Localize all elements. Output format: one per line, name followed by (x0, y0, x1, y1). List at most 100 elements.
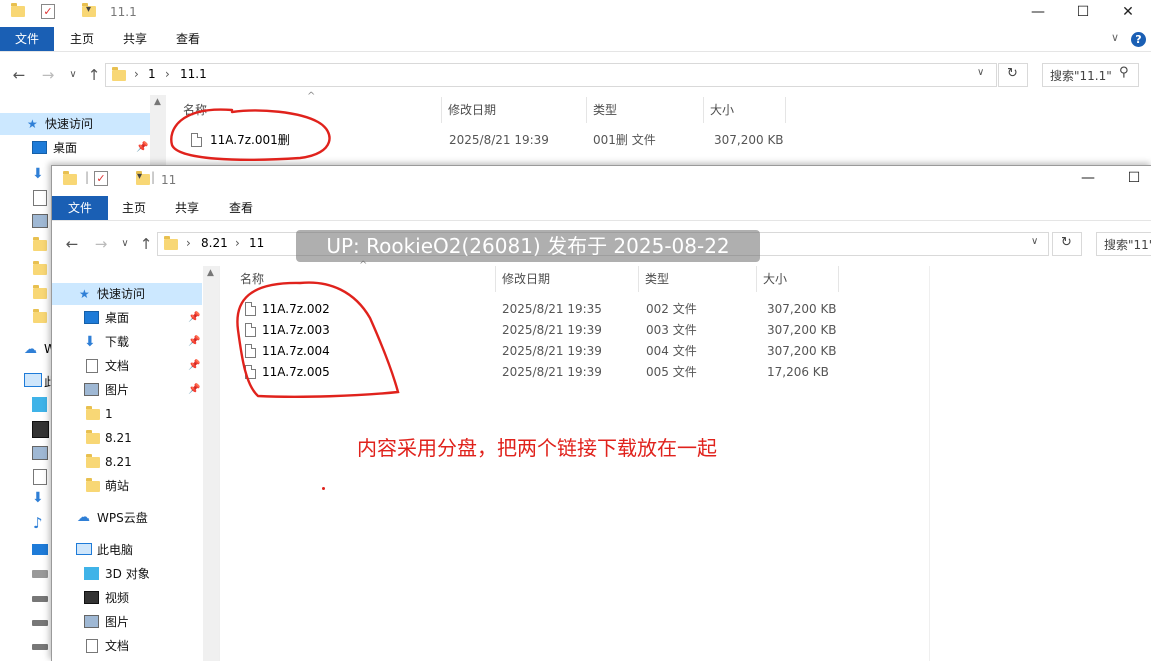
recent-locations-icon[interactable]: ∨ (62, 58, 84, 92)
nav-wps-cloud[interactable]: ☁ WPS云盘 (52, 507, 202, 529)
file-type: 002 文件 (646, 302, 697, 316)
pin-icon[interactable]: 📌 (188, 379, 200, 401)
pin-icon[interactable]: 📌 (136, 137, 148, 159)
breadcrumb-separator: › (235, 236, 240, 250)
nav-quick-access[interactable]: ★ 快速访问 (0, 113, 150, 135)
up-arrow-icon[interactable]: ↑ (135, 227, 157, 261)
refresh-button[interactable]: ↻ (1052, 232, 1082, 256)
folder-icon (86, 454, 100, 468)
file-icon (245, 365, 256, 379)
nav-pictures[interactable]: 图片 (52, 611, 202, 633)
tab-share[interactable]: 共享 (111, 27, 159, 51)
folder-icon (11, 3, 25, 17)
back-arrow-icon[interactable]: ← (8, 58, 30, 92)
nav-documents[interactable]: 文档 📌 (52, 355, 202, 377)
breadcrumb-item[interactable]: 11.1 (180, 67, 207, 81)
tab-home[interactable]: 主页 (110, 196, 158, 220)
annotation-note: 内容采用分盘，把两个链接下载放在一起 (357, 436, 717, 460)
tab-home[interactable]: 主页 (58, 27, 106, 51)
minimize-button[interactable]: — (1015, 0, 1061, 26)
picture-icon (32, 214, 48, 228)
nav-label: 此电脑 (97, 543, 134, 557)
column-date[interactable]: 修改日期 (442, 97, 587, 123)
search-box[interactable]: 搜索"11" (1096, 232, 1151, 256)
forward-arrow-icon[interactable]: → (90, 227, 112, 261)
refresh-icon: ↻ (1061, 235, 1072, 250)
nav-this-pc[interactable]: 此电脑 (52, 539, 202, 561)
recent-locations-icon[interactable]: ∨ (114, 227, 136, 261)
refresh-button[interactable]: ↻ (998, 63, 1028, 87)
search-box[interactable]: 搜索"11.1" ⚲ (1042, 63, 1139, 87)
file-row[interactable]: 11A.7z.005 2025/8/21 19:39 005 文件 17,206… (242, 362, 862, 383)
breadcrumb-separator: › (165, 67, 170, 81)
forward-arrow-icon[interactable]: → (37, 58, 59, 92)
nav-pictures[interactable]: 图片 📌 (52, 379, 202, 401)
maximize-button[interactable]: ☐ (1060, 0, 1106, 26)
breadcrumb-separator: › (186, 236, 191, 250)
nav-label: 下载 (105, 335, 130, 349)
column-size[interactable]: 大小 (704, 97, 786, 123)
window-title: 11 (161, 173, 177, 187)
breadcrumb-separator: › (134, 67, 139, 81)
customize-toolbar-icon[interactable]: ▾ (86, 4, 91, 22)
nav-desktop[interactable]: 桌面 📌 (52, 307, 202, 329)
nav-folder[interactable]: 萌站 (52, 475, 202, 497)
close-button[interactable]: ✕ (1105, 0, 1151, 26)
breadcrumb-item[interactable]: 8.21 (201, 236, 228, 250)
pin-icon[interactable]: 📌 (188, 355, 200, 377)
chevron-down-icon[interactable]: ∨ (1111, 31, 1119, 44)
folder-icon (33, 309, 47, 323)
file-type: 004 文件 (646, 344, 697, 358)
nav-downloads[interactable]: ⬇ 下载 📌 (52, 331, 202, 353)
address-dropdown-icon[interactable]: ∨ (1031, 236, 1038, 247)
up-arrow-icon[interactable]: ↑ (83, 58, 105, 92)
tab-view[interactable]: 查看 (217, 196, 265, 220)
nav-folder[interactable]: 8.21 (52, 427, 202, 449)
help-icon[interactable]: ? (1131, 32, 1146, 47)
navigation-pane: ★ 快速访问 桌面 📌 ⬇ 下载 📌 文档 📌 图片 📌 1 8.21 8.21… (52, 266, 202, 661)
column-type[interactable]: 类型 (639, 266, 757, 292)
address-bar[interactable]: › 1 › 11.1 ∨ (105, 63, 997, 87)
file-row[interactable]: 11A.7z.002 2025/8/21 19:35 002 文件 307,20… (242, 299, 862, 320)
column-name[interactable]: 名称 (234, 266, 496, 292)
nav-videos[interactable]: 视频 (52, 587, 202, 609)
nav-documents[interactable]: 文档 (52, 635, 202, 657)
nav-3d-objects[interactable]: 3D 对象 (52, 563, 202, 585)
desktop-icon (84, 311, 99, 324)
pin-icon[interactable]: 📌 (188, 307, 200, 329)
tab-file[interactable]: 文件 (0, 27, 55, 51)
back-arrow-icon[interactable]: ← (61, 227, 83, 261)
address-dropdown-icon[interactable]: ∨ (977, 67, 984, 78)
file-row[interactable]: 11A.7z.003 2025/8/21 19:39 003 文件 307,20… (242, 320, 862, 341)
breadcrumb-item[interactable]: 1 (148, 67, 156, 81)
folder-icon (63, 171, 77, 185)
column-name[interactable]: 名称 (177, 97, 442, 123)
file-row[interactable]: 11A.7z.001删 2025/8/21 19:39 001删 文件 307,… (188, 130, 808, 151)
video-icon (84, 591, 99, 604)
column-date[interactable]: 修改日期 (496, 266, 639, 292)
nav-folder[interactable]: 8.21 (52, 451, 202, 473)
column-size[interactable]: 大小 (757, 266, 839, 292)
file-size: 307,200 KB (767, 323, 837, 337)
nav-label: 3D 对象 (105, 567, 150, 581)
nav-quick-access[interactable]: ★ 快速访问 (52, 283, 202, 305)
tab-view[interactable]: 查看 (164, 27, 212, 51)
maximize-button[interactable]: ☐ (1111, 166, 1151, 192)
nav-scrollbar[interactable]: ▲ (203, 266, 219, 661)
tab-file[interactable]: 文件 (52, 196, 109, 220)
nav-folder[interactable]: 1 (52, 403, 202, 425)
breadcrumb-item[interactable]: 11 (249, 236, 264, 250)
file-row[interactable]: 11A.7z.004 2025/8/21 19:39 004 文件 307,20… (242, 341, 862, 362)
properties-icon[interactable]: ✓ (41, 4, 55, 19)
file-date: 2025/8/21 19:39 (502, 344, 602, 358)
nav-label: 快速访问 (45, 117, 94, 131)
nav-scrollbar[interactable]: ▲ (150, 95, 166, 165)
customize-toolbar-icon[interactable]: ▾ (137, 171, 142, 189)
column-type[interactable]: 类型 (587, 97, 704, 123)
pane-divider (219, 266, 220, 661)
nav-desktop[interactable]: 桌面 📌 (0, 137, 150, 159)
properties-icon[interactable]: ✓ (94, 171, 108, 186)
pin-icon[interactable]: 📌 (188, 331, 200, 353)
tab-share[interactable]: 共享 (163, 196, 211, 220)
minimize-button[interactable]: — (1065, 166, 1111, 192)
